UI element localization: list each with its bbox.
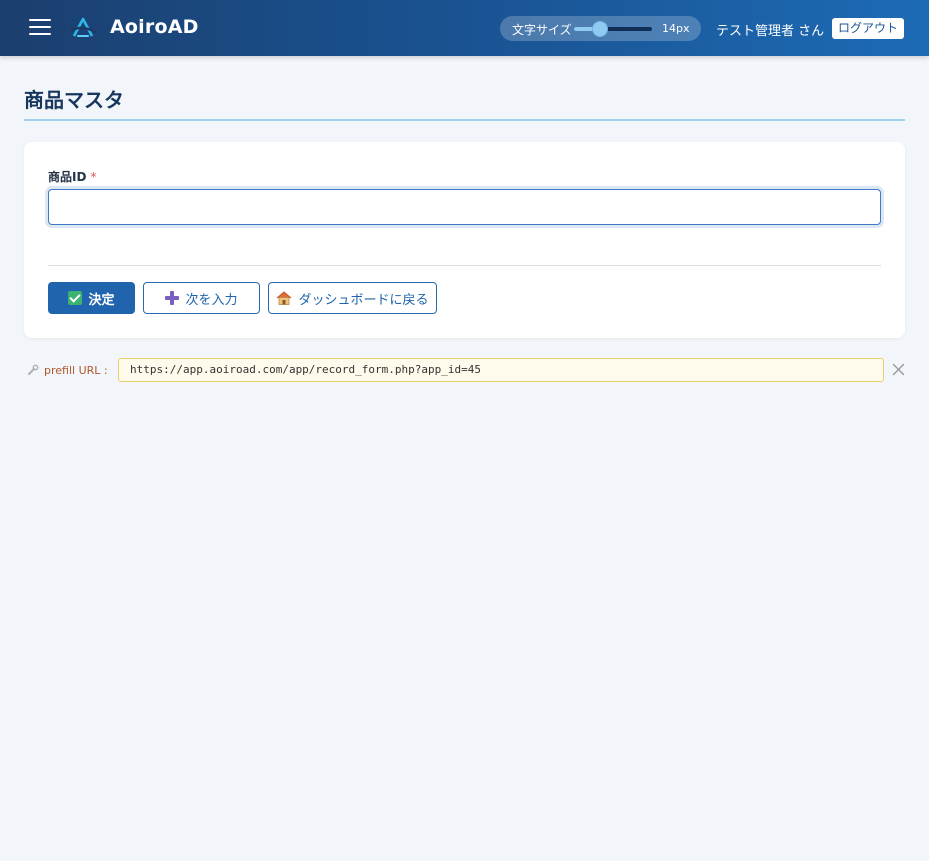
wrench-icon: [28, 364, 39, 375]
back-to-dashboard-label: ダッシュボードに戻る: [298, 292, 429, 308]
check-icon: [68, 291, 83, 305]
font-size-slider-thumb[interactable]: [591, 21, 608, 37]
font-size-label: 文字サイズ: [512, 23, 572, 37]
prefill-url-field[interactable]: https://app.aoiroad.com/app/record_form.…: [118, 358, 884, 382]
house-icon: [277, 291, 292, 305]
prefill-url-label: prefill URL :: [44, 364, 108, 377]
font-size-value: 14px: [662, 22, 690, 35]
font-size-control: 文字サイズ 14px: [500, 16, 701, 41]
app-header: AoiroAD 文字サイズ 14px テスト管理者 さん ログアウト: [0, 0, 929, 56]
next-entry-button[interactable]: 次を入力: [143, 282, 260, 314]
logout-button[interactable]: ログアウト: [832, 18, 904, 39]
back-to-dashboard-button[interactable]: ダッシュボードに戻る: [268, 282, 437, 314]
user-name: テスト管理者 さん: [716, 24, 825, 39]
required-mark: *: [90, 170, 97, 184]
font-size-slider[interactable]: [574, 21, 652, 37]
brand-name[interactable]: AoiroAD: [110, 16, 199, 38]
form-divider: [48, 265, 881, 266]
next-entry-button-label: 次を入力: [185, 292, 238, 308]
aoiroad-logo-icon: [70, 17, 96, 37]
product-id-label: 商品ID *: [48, 168, 96, 185]
hamburger-menu-icon[interactable]: [29, 18, 51, 36]
plus-icon: [165, 291, 180, 305]
form-card: 商品ID * 決定 次を入力 ダッシュボードに戻る: [24, 142, 905, 338]
product-id-input[interactable]: [48, 189, 881, 225]
page-title: 商品マスタ: [24, 88, 124, 112]
submit-button[interactable]: 決定: [48, 282, 135, 314]
product-id-label-text: 商品ID: [48, 170, 87, 184]
submit-button-label: 決定: [88, 292, 115, 308]
title-underline: [24, 119, 905, 121]
close-icon[interactable]: [892, 363, 905, 376]
